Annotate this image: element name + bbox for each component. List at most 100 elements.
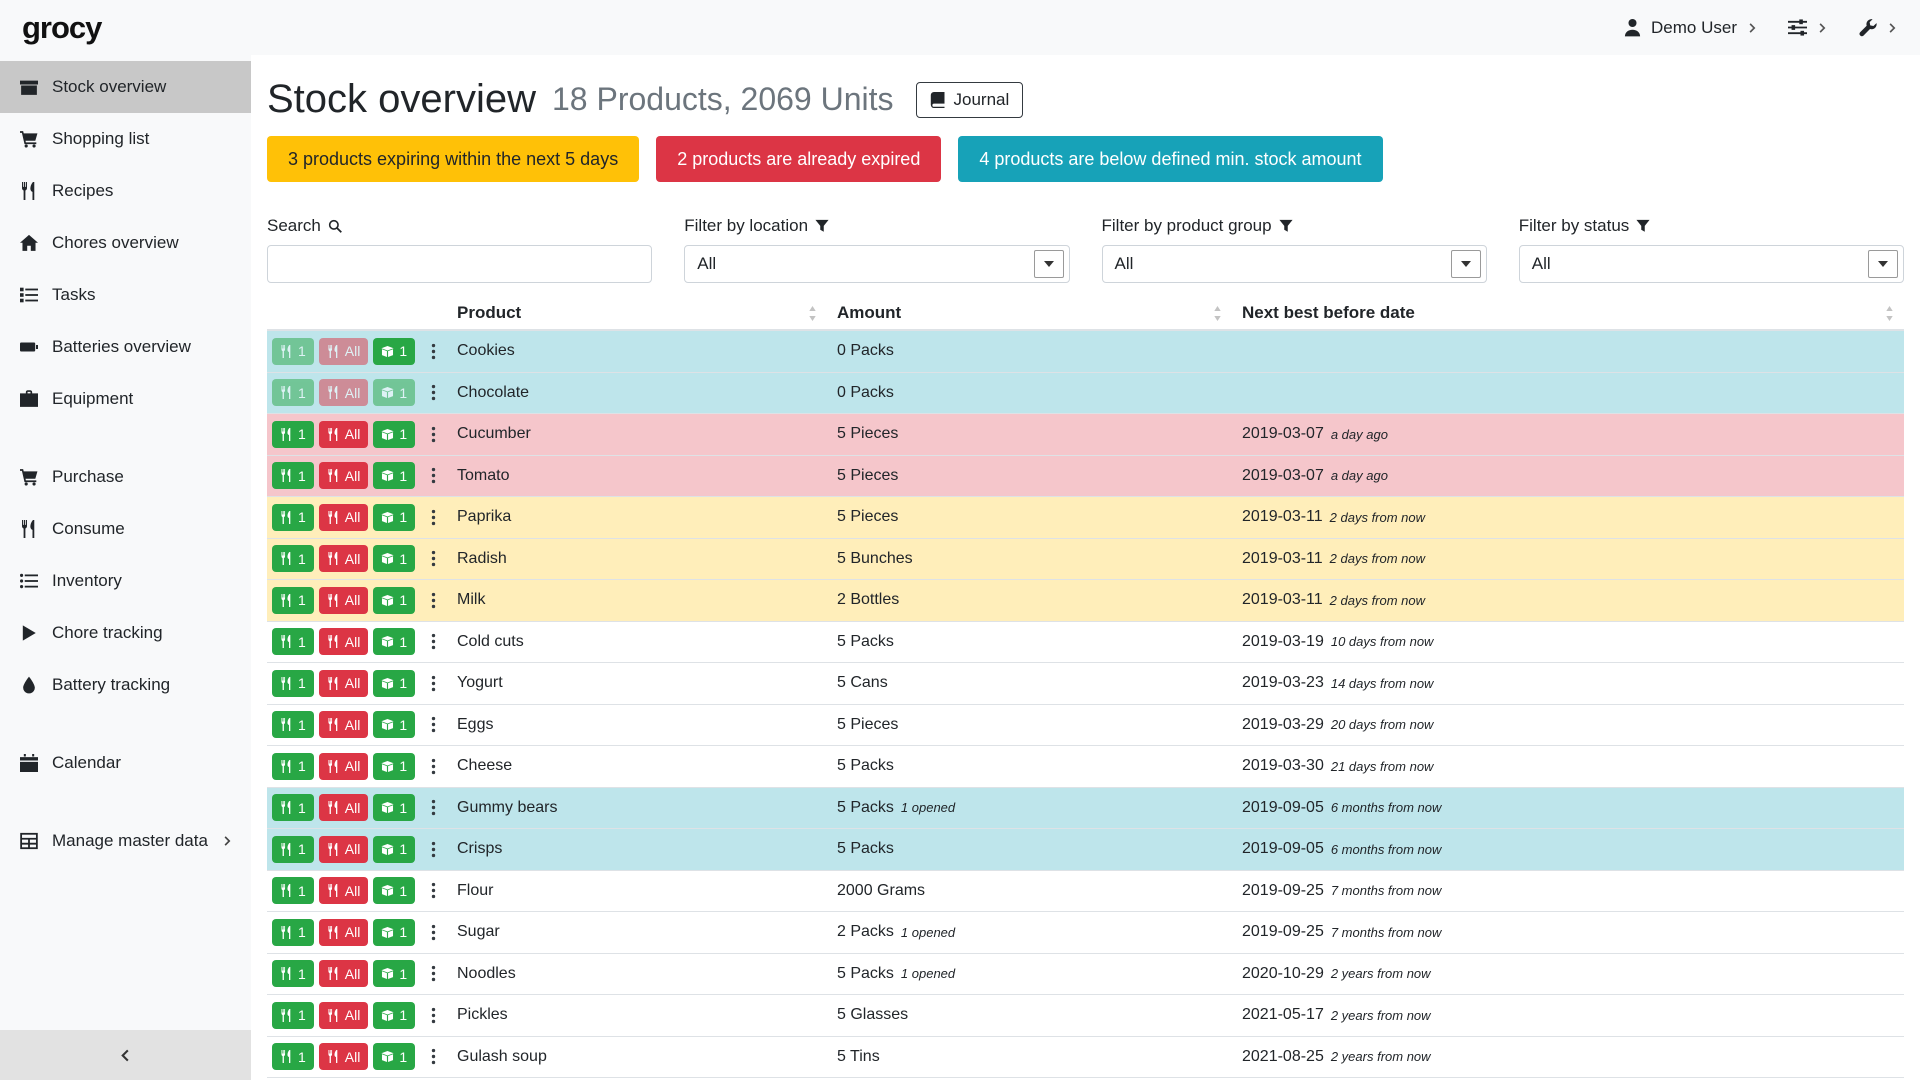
- sort-icon[interactable]: [808, 306, 817, 321]
- row-menu-icon[interactable]: [427, 341, 440, 362]
- open-one-button[interactable]: 1: [373, 504, 415, 531]
- consume-all-button[interactable]: All: [319, 628, 369, 655]
- row-menu-icon[interactable]: [427, 922, 440, 943]
- sort-icon[interactable]: [1885, 306, 1894, 321]
- sidebar-item-calendar[interactable]: Calendar: [0, 737, 251, 789]
- sidebar-collapse-button[interactable]: [0, 1030, 251, 1080]
- sidebar-item-chores-overview[interactable]: Chores overview: [0, 217, 251, 269]
- open-one-button[interactable]: 1: [373, 379, 415, 406]
- consume-all-button[interactable]: All: [319, 836, 369, 863]
- product-column-header[interactable]: Product: [447, 297, 827, 329]
- sidebar-item-chore-tracking[interactable]: Chore tracking: [0, 607, 251, 659]
- open-one-button[interactable]: 1: [373, 877, 415, 904]
- consume-one-button[interactable]: 1: [272, 670, 314, 697]
- sidebar-item-tasks[interactable]: Tasks: [0, 269, 251, 321]
- best-before-column-header[interactable]: Next best before date: [1232, 297, 1904, 329]
- open-one-button[interactable]: 1: [373, 628, 415, 655]
- expired-alert-button[interactable]: 2 products are already expired: [656, 136, 941, 182]
- row-menu-icon[interactable]: [427, 382, 440, 403]
- consume-all-button[interactable]: All: [319, 462, 369, 489]
- consume-one-button[interactable]: 1: [272, 753, 314, 780]
- consume-one-button[interactable]: 1: [272, 794, 314, 821]
- row-menu-icon[interactable]: [427, 507, 440, 528]
- consume-one-button[interactable]: 1: [272, 504, 314, 531]
- consume-all-button[interactable]: All: [319, 1043, 369, 1070]
- row-menu-icon[interactable]: [427, 465, 440, 486]
- consume-one-button[interactable]: 1: [272, 545, 314, 572]
- row-menu-icon[interactable]: [427, 590, 440, 611]
- consume-all-button[interactable]: All: [319, 379, 369, 406]
- open-one-button[interactable]: 1: [373, 545, 415, 572]
- consume-one-button[interactable]: 1: [272, 338, 314, 365]
- grocy-logo[interactable]: grocy: [22, 10, 101, 46]
- row-menu-icon[interactable]: [427, 963, 440, 984]
- below-min-stock-alert-button[interactable]: 4 products are below defined min. stock …: [958, 136, 1382, 182]
- sidebar-item-inventory[interactable]: Inventory: [0, 555, 251, 607]
- open-one-button[interactable]: 1: [373, 753, 415, 780]
- amount-column-header[interactable]: Amount: [827, 297, 1232, 329]
- row-menu-icon[interactable]: [427, 424, 440, 445]
- consume-one-button[interactable]: 1: [272, 379, 314, 406]
- open-one-button[interactable]: 1: [373, 670, 415, 697]
- sidebar-item-consume[interactable]: Consume: [0, 503, 251, 555]
- open-one-button[interactable]: 1: [373, 338, 415, 365]
- row-menu-icon[interactable]: [427, 797, 440, 818]
- consume-one-button[interactable]: 1: [272, 877, 314, 904]
- row-menu-icon[interactable]: [427, 673, 440, 694]
- consume-one-button[interactable]: 1: [272, 960, 314, 987]
- admin-menu[interactable]: [1858, 18, 1898, 37]
- sidebar-item-battery-tracking[interactable]: Battery tracking: [0, 659, 251, 711]
- open-one-button[interactable]: 1: [373, 587, 415, 614]
- sidebar-item-batteries-overview[interactable]: Batteries overview: [0, 321, 251, 373]
- row-menu-icon[interactable]: [427, 548, 440, 569]
- consume-one-button[interactable]: 1: [272, 711, 314, 738]
- open-one-button[interactable]: 1: [373, 421, 415, 448]
- row-menu-icon[interactable]: [427, 880, 440, 901]
- search-input[interactable]: [267, 245, 652, 283]
- row-menu-icon[interactable]: [427, 1005, 440, 1026]
- consume-one-button[interactable]: 1: [272, 1002, 314, 1029]
- user-menu[interactable]: Demo User: [1623, 18, 1758, 38]
- sidebar-item-purchase[interactable]: Purchase: [0, 451, 251, 503]
- open-one-button[interactable]: 1: [373, 462, 415, 489]
- open-one-button[interactable]: 1: [373, 960, 415, 987]
- sidebar-item-shopping-list[interactable]: Shopping list: [0, 113, 251, 165]
- row-menu-icon[interactable]: [427, 1046, 440, 1067]
- product-group-select[interactable]: All: [1102, 245, 1487, 283]
- consume-all-button[interactable]: All: [319, 711, 369, 738]
- consume-all-button[interactable]: All: [319, 670, 369, 697]
- sidebar-item-stock-overview[interactable]: Stock overview: [0, 61, 251, 113]
- status-select[interactable]: All: [1519, 245, 1904, 283]
- consume-all-button[interactable]: All: [319, 504, 369, 531]
- consume-one-button[interactable]: 1: [272, 587, 314, 614]
- consume-all-button[interactable]: All: [319, 919, 369, 946]
- sidebar-item-equipment[interactable]: Equipment: [0, 373, 251, 425]
- consume-one-button[interactable]: 1: [272, 421, 314, 448]
- consume-all-button[interactable]: All: [319, 1002, 369, 1029]
- consume-all-button[interactable]: All: [319, 877, 369, 904]
- consume-all-button[interactable]: All: [319, 794, 369, 821]
- sidebar-item-manage-master-data[interactable]: Manage master data: [0, 815, 251, 867]
- consume-all-button[interactable]: All: [319, 960, 369, 987]
- consume-all-button[interactable]: All: [319, 421, 369, 448]
- open-one-button[interactable]: 1: [373, 1002, 415, 1029]
- settings-menu[interactable]: [1788, 18, 1828, 37]
- row-menu-icon[interactable]: [427, 631, 440, 652]
- consume-one-button[interactable]: 1: [272, 628, 314, 655]
- consume-one-button[interactable]: 1: [272, 919, 314, 946]
- sort-icon[interactable]: [1213, 306, 1222, 321]
- open-one-button[interactable]: 1: [373, 1043, 415, 1070]
- location-select[interactable]: All: [684, 245, 1069, 283]
- consume-all-button[interactable]: All: [319, 338, 369, 365]
- expiring-alert-button[interactable]: 3 products expiring within the next 5 da…: [267, 136, 639, 182]
- open-one-button[interactable]: 1: [373, 711, 415, 738]
- consume-one-button[interactable]: 1: [272, 1043, 314, 1070]
- sidebar-item-recipes[interactable]: Recipes: [0, 165, 251, 217]
- open-one-button[interactable]: 1: [373, 836, 415, 863]
- consume-one-button[interactable]: 1: [272, 836, 314, 863]
- consume-all-button[interactable]: All: [319, 587, 369, 614]
- row-menu-icon[interactable]: [427, 714, 440, 735]
- consume-one-button[interactable]: 1: [272, 462, 314, 489]
- consume-all-button[interactable]: All: [319, 753, 369, 780]
- open-one-button[interactable]: 1: [373, 794, 415, 821]
